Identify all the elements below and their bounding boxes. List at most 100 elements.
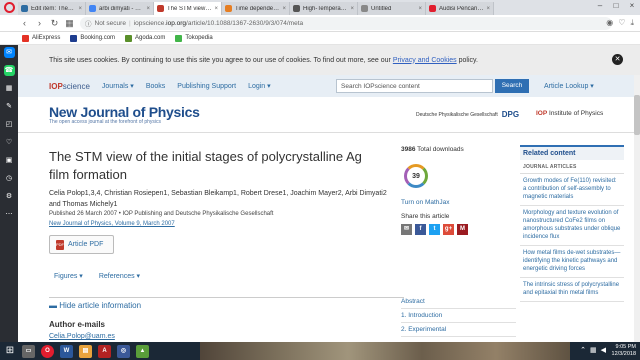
table-of-contents: Abstract 1. Introduction 2. Experimental — [401, 295, 516, 337]
pdf-taskbar-icon[interactable]: A — [98, 344, 111, 358]
browser-tab[interactable]: arbi dimyati - Goog× — [86, 2, 154, 15]
privacy-link[interactable]: Privacy and Cookies — [393, 57, 457, 64]
messenger-icon[interactable]: ✉ — [3, 47, 15, 58]
article-pdf-button[interactable]: PDF Article PDF — [49, 235, 114, 254]
bookmark-favicon-icon — [175, 34, 183, 42]
reload-icon[interactable]: ↻ — [50, 18, 59, 29]
bookmarks-icon[interactable]: ♡ — [4, 137, 15, 148]
windows-start-icon[interactable]: ⊞ — [4, 345, 16, 357]
extensions-icon[interactable]: ⚙ — [4, 191, 15, 202]
opera-taskbar-icon[interactable]: O — [41, 344, 54, 358]
altmetric-badge[interactable]: 39 — [404, 164, 428, 188]
close-window-button[interactable]: × — [624, 0, 640, 12]
tab-close-icon[interactable]: × — [486, 6, 490, 12]
browser-tab[interactable]: The STM view of th× — [154, 2, 222, 15]
tab-title: Edit item: The STM — [31, 5, 75, 12]
facebook-icon[interactable]: f — [415, 224, 426, 235]
article-lookup-button[interactable]: Article Lookup ▾ — [544, 82, 594, 90]
system-clock[interactable]: 9:05 PM 12/3/2018 — [612, 344, 636, 358]
whatsapp-icon[interactable]: ☎ — [3, 65, 15, 76]
apps-icon[interactable]: ▣ — [4, 155, 15, 166]
author-email-link[interactable]: Celia.Polop@uam.es — [49, 333, 115, 340]
app-taskbar-icon[interactable]: ◎ — [117, 344, 130, 358]
url-field[interactable]: ⓘ Not secure | iopscience.iop.org/articl… — [80, 16, 612, 30]
image-taskbar-icon[interactable]: ▲ — [136, 344, 149, 358]
tab-close-icon[interactable]: × — [418, 6, 422, 12]
maximize-button[interactable]: □ — [608, 0, 624, 12]
speed-dial-icon[interactable]: ▦ — [4, 83, 15, 94]
heart-icon[interactable]: ♡ — [618, 18, 625, 28]
web-page: This site uses cookies. By continuing to… — [18, 45, 640, 342]
dpg-logo[interactable]: Deutsche Physikalische Gesellschaft DPG — [416, 110, 519, 119]
tab-close-icon[interactable]: × — [146, 6, 150, 12]
minimize-button[interactable]: – — [592, 0, 608, 12]
related-article-link[interactable]: How metal films de-wet substrates—identi… — [520, 246, 624, 278]
more-icon[interactable]: ⋯ — [4, 209, 15, 220]
tab-favicon-icon — [293, 5, 300, 12]
camera-icon[interactable]: ◉ — [606, 18, 613, 28]
search-button[interactable]: Search — [495, 79, 529, 93]
iop-institute-logo[interactable]: IOP Institute of Physics — [536, 110, 603, 117]
related-article-link[interactable]: The intrinsic stress of polycrystalline … — [520, 278, 624, 302]
task-view-icon[interactable]: ▭ — [22, 344, 35, 358]
tab-close-icon[interactable]: × — [282, 6, 286, 12]
browser-tab[interactable]: High-Temperatur × — [290, 2, 358, 15]
nav-books[interactable]: Books — [146, 83, 165, 90]
tab-title: Time dependence — [235, 5, 280, 12]
references-dropdown[interactable]: References ▾ — [99, 272, 140, 280]
twitter-icon[interactable]: t — [429, 224, 440, 235]
toc-item[interactable]: 2. Experimental — [401, 323, 516, 337]
download-icon[interactable]: ⤓ — [630, 18, 634, 28]
cookie-close-button[interactable]: ✕ — [612, 54, 623, 65]
bookmark-item[interactable]: Booking.com — [70, 34, 115, 42]
journal-title[interactable]: New Journal of Physics — [49, 104, 200, 120]
nav-publishing-support[interactable]: Publishing Support — [177, 83, 236, 90]
related-article-link[interactable]: Growth modes of Fe(110) revisited: a con… — [520, 174, 624, 206]
related-article-link[interactable]: Morphology and texture evolution of nano… — [520, 206, 624, 246]
googleplus-icon[interactable]: g+ — [443, 224, 454, 235]
bookmark-item[interactable]: AliExpress — [22, 34, 60, 42]
toc-item[interactable]: Abstract — [401, 295, 516, 309]
mathjax-toggle[interactable]: Turn on MathJax — [401, 199, 450, 206]
word-taskbar-icon[interactable]: W — [60, 344, 73, 358]
browser-tab[interactable]: Untitled × — [358, 2, 426, 15]
browser-tab[interactable]: Time dependence × — [222, 2, 290, 15]
mendeley-icon[interactable]: M — [457, 224, 468, 235]
iopscience-logo[interactable]: IOPscience — [49, 82, 90, 91]
toc-item[interactable]: 1. Introduction — [401, 309, 516, 323]
snapshot-icon[interactable]: ◰ — [4, 119, 15, 130]
tab-title: Untitled — [371, 5, 392, 12]
up-arrow-icon[interactable]: ⌃ — [580, 346, 586, 354]
history-icon[interactable]: ◷ — [4, 173, 15, 184]
figures-dropdown[interactable]: Figures ▾ — [54, 272, 83, 280]
tab-close-icon[interactable]: × — [214, 6, 218, 12]
forward-icon[interactable]: › — [35, 18, 44, 28]
share-label: Share this article — [401, 213, 450, 220]
email-icon[interactable]: ✉ — [401, 224, 412, 235]
opera-logo-icon[interactable] — [4, 2, 15, 13]
tab-favicon-icon — [157, 5, 164, 12]
hide-article-info-toggle[interactable]: ▬ Hide article information — [49, 297, 404, 310]
back-icon[interactable]: ‹ — [20, 18, 29, 28]
search-input[interactable]: Search IOPscience content — [336, 79, 493, 93]
network-icon[interactable]: ▦ — [590, 346, 597, 354]
iop-navbar: IOPscience Journals ▾ Books Publishing S… — [18, 75, 640, 97]
explorer-taskbar-icon[interactable]: ▤ — [79, 344, 92, 358]
nav-login[interactable]: Login ▾ — [248, 82, 271, 90]
scrollbar-thumb[interactable] — [634, 95, 640, 135]
tab-close-icon[interactable]: × — [78, 6, 82, 12]
grid-icon[interactable]: ▦ — [65, 18, 74, 29]
bookmark-item[interactable]: Tokopedia — [175, 34, 213, 42]
nav-journals[interactable]: Journals ▾ — [102, 82, 134, 90]
citation-link[interactable]: New Journal of Physics, Volume 9, March … — [49, 221, 175, 227]
browser-tab[interactable]: Edit item: The STM× — [18, 2, 86, 15]
volume-icon[interactable]: ◀ — [601, 346, 606, 354]
journal-tagline: The open access journal at the forefront… — [49, 119, 162, 125]
news-icon[interactable]: ✎ — [4, 101, 15, 112]
related-content-panel: Related content JOURNAL ARTICLES Growth … — [520, 145, 624, 302]
bookmark-item[interactable]: Agoda.com — [125, 34, 165, 42]
browser-tab[interactable]: Audisi Pencarian V× — [426, 2, 494, 15]
tab-close-icon[interactable]: × — [350, 6, 354, 12]
tab-title: Audisi Pencarian V — [439, 5, 484, 12]
page-scrollbar[interactable] — [634, 75, 640, 342]
